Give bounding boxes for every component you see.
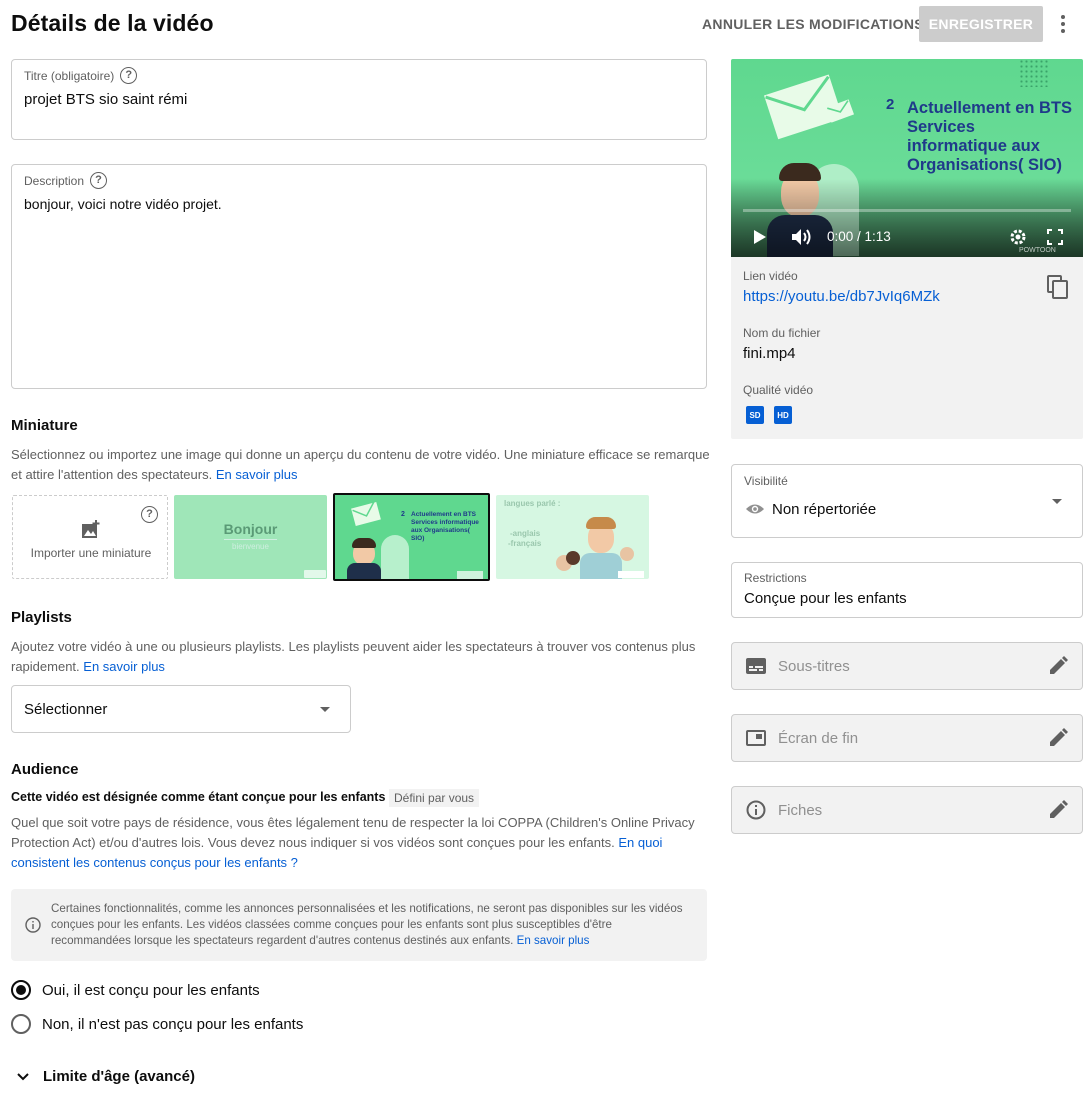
thumbnail-2-title: Actuellement en BTS Services informatiqu… — [411, 511, 479, 542]
playlists-description: Ajoutez votre vidéo à une ou plusieurs p… — [11, 637, 711, 677]
settings-gear-icon[interactable] — [1009, 228, 1027, 246]
filename-label: Nom du fichier — [743, 326, 821, 340]
cards-button[interactable]: Fiches — [731, 786, 1083, 834]
import-thumbnail-button[interactable]: ? Importer une miniature — [12, 495, 168, 579]
thumbnail-option-3[interactable]: langues parlé : -anglais -français — [496, 495, 649, 579]
playlist-select[interactable]: Sélectionner — [11, 685, 351, 733]
title-field-label: Titre (obligatoire) — [24, 68, 115, 83]
video-card: 2 Actuellement en BTS Services informati… — [731, 59, 1083, 439]
end-screen-label: Écran de fin — [778, 729, 859, 747]
fullscreen-icon[interactable] — [1047, 229, 1063, 245]
volume-icon[interactable] — [791, 227, 813, 247]
page-title: Détails de la vidéo — [11, 10, 214, 36]
thumbnail-1-title: Bonjour — [223, 521, 278, 537]
import-thumbnail-label: Importer une miniature — [30, 546, 152, 560]
video-quality-label: Qualité vidéo — [743, 383, 814, 397]
thumbnail-3-line-2: -français — [508, 539, 542, 548]
thumbnail-3-title: langues parlé : — [504, 499, 561, 508]
radio-selected-icon[interactable] — [11, 980, 31, 1000]
add-image-icon — [82, 520, 100, 538]
slide-title: Actuellement en BTS Services informatiqu… — [907, 99, 1073, 174]
info-learn-more-link[interactable]: En savoir plus — [517, 934, 590, 947]
thumbnail-learn-more-link[interactable]: En savoir plus — [216, 467, 298, 482]
help-icon[interactable]: ? — [120, 67, 138, 84]
defined-by-you-badge: Défini par vous — [389, 789, 480, 807]
thumbnail-2-number: 2 — [401, 511, 405, 518]
made-for-kids-yes-option[interactable]: Oui, il est conçu pour les enfants — [11, 980, 260, 1000]
end-screen-button[interactable]: Écran de fin — [731, 714, 1083, 762]
chevron-down-icon — [1052, 499, 1062, 504]
slide-number: 2 — [886, 96, 895, 113]
visibility-dropdown[interactable]: Visibilité Non répertoriée — [731, 464, 1083, 538]
video-link-label: Lien vidéo — [743, 269, 798, 283]
made-for-kids-no-option[interactable]: Non, il n'est pas conçu pour les enfants — [11, 1014, 303, 1034]
cards-label: Fiches — [778, 801, 823, 819]
title-field[interactable]: Titre (obligatoire) ? projet BTS sio sai… — [11, 59, 707, 140]
no-option-label: Non, il n'est pas conçu pour les enfants — [42, 1015, 304, 1033]
subtitles-icon — [746, 656, 766, 676]
thumbnail-option-2-selected[interactable]: 2 Actuellement en BTS Services informati… — [333, 493, 490, 581]
envelope-icon — [351, 501, 381, 527]
powtoon-watermark: POWTOON — [1019, 247, 1056, 254]
age-restriction-label: Limite d'âge (avancé) — [43, 1068, 195, 1085]
small-envelope-icon — [825, 99, 855, 123]
thumbnail-text: Sélectionnez ou importez une image qui d… — [11, 447, 710, 482]
playlists-learn-more-link[interactable]: En savoir plus — [83, 659, 165, 674]
info-box-text: Certaines fonctionnalités, comme les ann… — [51, 901, 695, 949]
restrictions-value: Conçue pour les enfants — [744, 590, 907, 607]
visibility-label: Visibilité — [744, 474, 788, 488]
chevron-down-icon — [320, 707, 330, 712]
audience-text: Quel que soit votre pays de résidence, v… — [11, 815, 695, 850]
visibility-value: Non répertoriée — [772, 501, 877, 518]
video-progress-bar[interactable] — [743, 209, 1071, 212]
playlists-title: Playlists — [11, 609, 72, 626]
restrictions-label: Restrictions — [744, 571, 807, 585]
copy-icon[interactable] — [1047, 275, 1069, 299]
radio-unselected-icon[interactable] — [11, 1014, 31, 1034]
info-icon — [746, 800, 766, 820]
play-icon[interactable] — [753, 229, 767, 245]
undo-changes-button[interactable]: ANNULER LES MODIFICATIONS — [702, 16, 924, 32]
more-options-icon[interactable] — [1054, 10, 1072, 38]
subtitles-label: Sous-titres — [778, 657, 850, 675]
thumbnail-1-subtitle: bienvenue — [232, 542, 269, 551]
audience-description: Quel que soit votre pays de résidence, v… — [11, 813, 707, 873]
audience-status: Cette vidéo est désignée comme étant con… — [11, 790, 386, 804]
video-time: 0:00 / 1:13 — [827, 229, 891, 244]
thumbnail-option-1[interactable]: Bonjour bienvenue — [174, 495, 327, 579]
thumbnail-title: Miniature — [11, 417, 78, 434]
thumbnail-description: Sélectionnez ou importez une image qui d… — [11, 445, 711, 485]
edit-pencil-icon[interactable] — [1048, 728, 1068, 748]
end-screen-icon — [746, 728, 766, 748]
made-for-kids-info-box: Certaines fonctionnalités, comme les ann… — [11, 889, 707, 961]
audience-title: Audience — [11, 761, 79, 778]
video-player[interactable]: 2 Actuellement en BTS Services informati… — [731, 59, 1083, 257]
help-icon[interactable]: ? — [141, 506, 158, 523]
sd-badge: SD — [746, 406, 764, 424]
description-input[interactable]: bonjour, voici notre vidéo projet. — [24, 196, 222, 212]
description-field-label: Description — [24, 173, 85, 188]
help-icon[interactable]: ? — [90, 172, 108, 189]
info-icon — [25, 917, 41, 933]
edit-pencil-icon[interactable] — [1048, 656, 1068, 676]
eye-icon — [746, 504, 764, 514]
description-field[interactable]: Description ? bonjour, voici notre vidéo… — [11, 164, 707, 389]
thumbnail-3-line-1: -anglais — [510, 529, 541, 538]
save-button[interactable]: ENREGISTRER — [919, 6, 1043, 42]
hd-badge: HD — [774, 406, 792, 424]
filename: fini.mp4 — [743, 345, 796, 362]
restrictions-field[interactable]: Restrictions Conçue pour les enfants — [731, 562, 1083, 618]
subtitles-button[interactable]: Sous-titres — [731, 642, 1083, 690]
playlist-select-label: Sélectionner — [24, 701, 108, 718]
age-restriction-toggle[interactable]: Limite d'âge (avancé) — [16, 1068, 195, 1085]
chevron-down-icon — [17, 1072, 29, 1080]
title-input[interactable]: projet BTS sio saint rémi — [24, 91, 187, 108]
yes-option-label: Oui, il est conçu pour les enfants — [42, 981, 260, 999]
edit-pencil-icon[interactable] — [1048, 800, 1068, 820]
video-link[interactable]: https://youtu.be/db7JvIq6MZk — [743, 288, 940, 305]
